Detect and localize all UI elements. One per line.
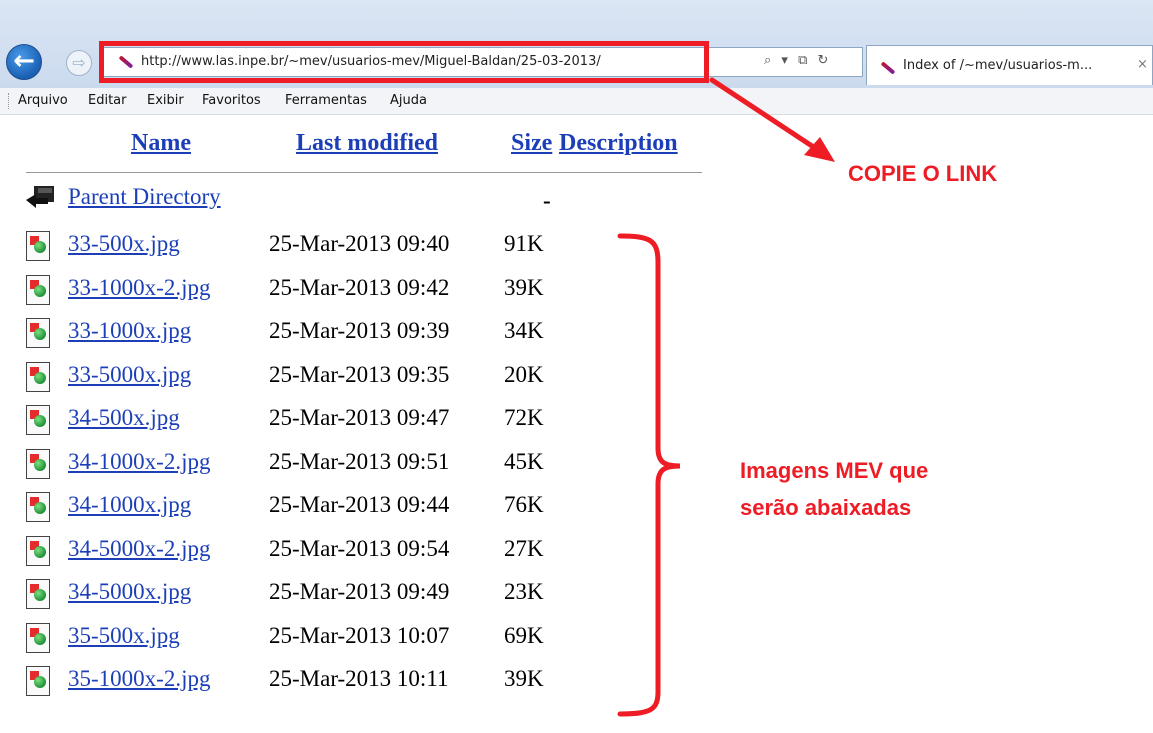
annotation-overlay	[617, 77, 835, 717]
images-brace	[617, 233, 681, 717]
copy-link-label: COPIE O LINK	[848, 161, 998, 186]
copy-link-arrow	[709, 77, 835, 162]
images-label-line1: Imagens MEV que	[740, 458, 929, 483]
images-label-line2: serão abaixadas	[740, 495, 912, 520]
